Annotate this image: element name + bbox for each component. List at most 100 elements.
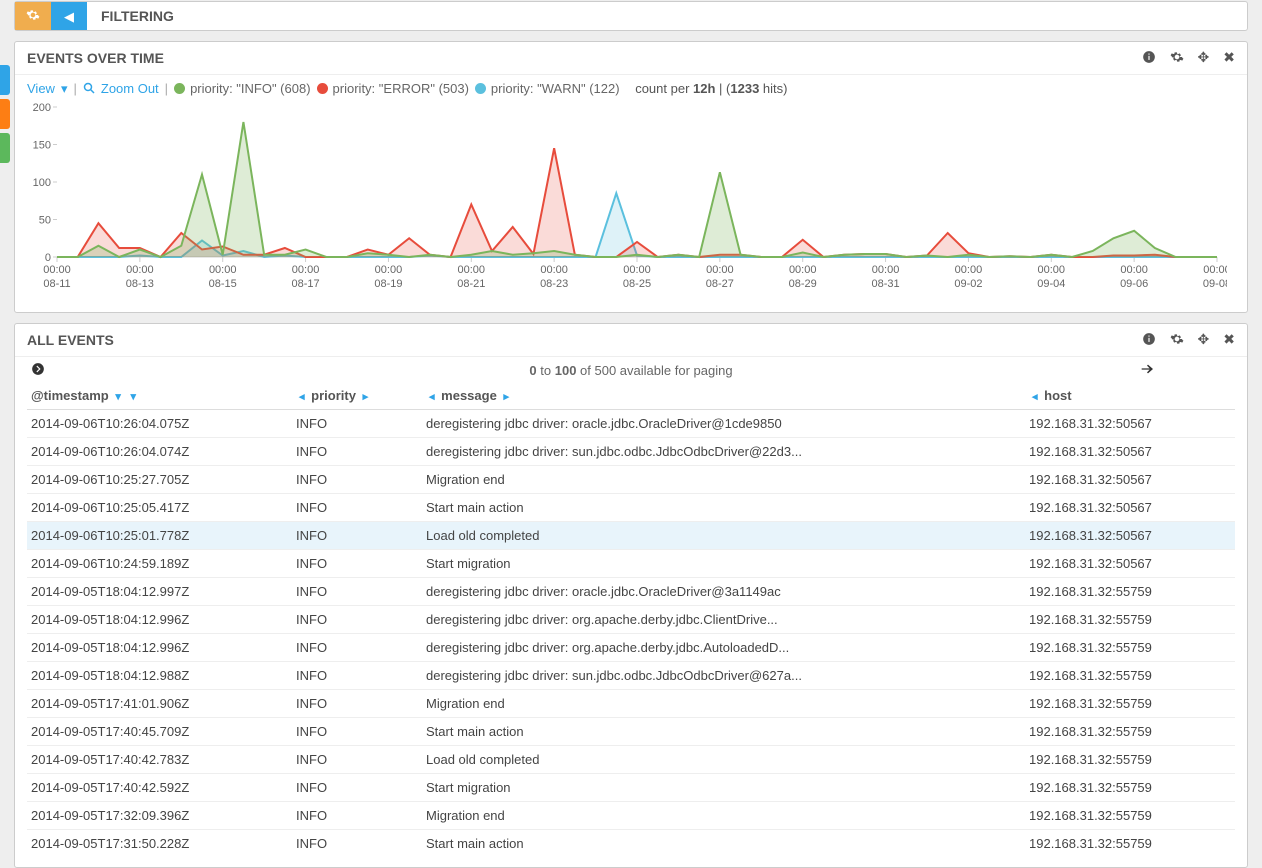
cell-p: INFO (292, 410, 422, 438)
table-row[interactable]: 2014-09-05T18:04:12.997ZINFOderegisterin… (27, 578, 1235, 606)
chevron-down-icon[interactable]: ▾ (61, 82, 68, 95)
cell-h: 192.168.31.32:50567 (1025, 466, 1235, 494)
legend-label: priority: "WARN" (122) (491, 81, 620, 96)
cell-ts: 2014-09-05T18:04:12.996Z (27, 606, 292, 634)
settings-button[interactable] (15, 2, 51, 30)
table-row[interactable]: 2014-09-05T17:40:42.783ZINFOLoad old com… (27, 746, 1235, 774)
move-icon[interactable]: ✥ (1198, 50, 1210, 66)
table-row[interactable]: 2014-09-06T10:25:05.417ZINFOStart main a… (27, 494, 1235, 522)
legend-dot-icon (475, 83, 486, 94)
cell-p: INFO (292, 550, 422, 578)
move-right-icon: ▸ (360, 392, 372, 403)
cell-p: INFO (292, 522, 422, 550)
panel-gear-icon[interactable] (1170, 332, 1184, 348)
table-row[interactable]: 2014-09-05T18:04:12.996ZINFOderegisterin… (27, 634, 1235, 662)
table-row[interactable]: 2014-09-06T10:26:04.075ZINFOderegisterin… (27, 410, 1235, 438)
cell-ts: 2014-09-05T17:32:09.396Z (27, 802, 292, 830)
svg-text:00:00: 00:00 (458, 264, 486, 276)
close-icon[interactable]: ✖ (1223, 50, 1235, 66)
col-message[interactable]: ◂ message ▸ (422, 382, 1025, 410)
zoom-out-button[interactable]: Zoom Out (101, 81, 159, 96)
all-events-panel: ALL EVENTS ✥ ✖ 0 to 100 of 500 available… (14, 323, 1248, 868)
side-tab-3[interactable] (0, 133, 10, 163)
zoom-icon[interactable] (83, 82, 95, 96)
cell-h: 192.168.31.32:55759 (1025, 634, 1235, 662)
svg-text:08-29: 08-29 (789, 278, 817, 290)
cell-m: Migration end (422, 802, 1025, 830)
cell-p: INFO (292, 662, 422, 690)
table-row[interactable]: 2014-09-06T10:24:59.189ZINFOStart migrat… (27, 550, 1235, 578)
table-row[interactable]: 2014-09-06T10:25:27.705ZINFOMigration en… (27, 466, 1235, 494)
cell-h: 192.168.31.32:50567 (1025, 522, 1235, 550)
svg-text:200: 200 (33, 102, 51, 114)
move-left-icon: ◂ (296, 392, 308, 403)
table-row[interactable]: 2014-09-05T17:40:45.709ZINFOStart main a… (27, 718, 1235, 746)
col-host[interactable]: ◂ host (1025, 382, 1235, 410)
cell-ts: 2014-09-06T10:26:04.075Z (27, 410, 292, 438)
legend-dot-icon (174, 83, 185, 94)
cell-ts: 2014-09-05T17:40:42.592Z (27, 774, 292, 802)
cell-m: Migration end (422, 690, 1025, 718)
cell-p: INFO (292, 466, 422, 494)
info-icon[interactable] (1142, 50, 1156, 66)
table-row[interactable]: 2014-09-06T10:26:04.074ZINFOderegisterin… (27, 438, 1235, 466)
filtering-bar: ◀ FILTERING (14, 1, 1248, 31)
side-tab-1[interactable] (0, 65, 10, 95)
cell-ts: 2014-09-05T18:04:12.996Z (27, 634, 292, 662)
cell-m: Load old completed (422, 746, 1025, 774)
svg-text:0: 0 (45, 252, 51, 264)
svg-text:00:00: 00:00 (955, 264, 983, 276)
svg-text:00:00: 00:00 (292, 264, 320, 276)
filtering-title: FILTERING (87, 2, 188, 30)
view-button[interactable]: View (27, 81, 55, 96)
cell-m: Start main action (422, 830, 1025, 858)
bucket-text: count per 12h | (1233 hits) (635, 81, 787, 96)
svg-text:00:00: 00:00 (43, 264, 71, 276)
cell-h: 192.168.31.32:50567 (1025, 438, 1235, 466)
svg-text:150: 150 (33, 140, 51, 152)
cell-m: deregistering jdbc driver: org.apache.de… (422, 634, 1025, 662)
cell-ts: 2014-09-06T10:25:01.778Z (27, 522, 292, 550)
events-table: @timestamp ▾ ▾ ◂ priority ▸ ◂ message ▸ (27, 382, 1235, 857)
table-row[interactable]: 2014-09-05T17:41:01.906ZINFOMigration en… (27, 690, 1235, 718)
panel-gear-icon[interactable] (1170, 50, 1184, 66)
legend-info[interactable]: priority: "INFO" (608) (174, 81, 310, 96)
cell-p: INFO (292, 774, 422, 802)
cell-ts: 2014-09-06T10:26:04.074Z (27, 438, 292, 466)
cell-h: 192.168.31.32:55759 (1025, 606, 1235, 634)
collapse-button[interactable]: ◀ (51, 2, 87, 30)
move-icon[interactable]: ✥ (1198, 332, 1210, 348)
svg-text:50: 50 (39, 215, 51, 227)
cell-m: deregistering jdbc driver: org.apache.de… (422, 606, 1025, 634)
close-icon[interactable]: ✖ (1223, 332, 1235, 348)
cell-h: 192.168.31.32:55759 (1025, 578, 1235, 606)
table-row[interactable]: 2014-09-05T18:04:12.988ZINFOderegisterin… (27, 662, 1235, 690)
info-icon[interactable] (1142, 332, 1156, 348)
svg-text:08-15: 08-15 (209, 278, 237, 290)
cell-m: Start main action (422, 494, 1025, 522)
pager-next-icon[interactable] (1139, 361, 1155, 381)
table-row[interactable]: 2014-09-05T17:31:50.228ZINFOStart main a… (27, 830, 1235, 858)
side-tab-2[interactable] (0, 99, 10, 129)
cell-h: 192.168.31.32:55759 (1025, 774, 1235, 802)
col-timestamp[interactable]: @timestamp ▾ ▾ (27, 382, 292, 410)
svg-text:08-17: 08-17 (292, 278, 320, 290)
table-row[interactable]: 2014-09-05T18:04:12.996ZINFOderegisterin… (27, 606, 1235, 634)
table-row[interactable]: 2014-09-05T17:32:09.396ZINFOMigration en… (27, 802, 1235, 830)
cell-ts: 2014-09-05T17:40:45.709Z (27, 718, 292, 746)
svg-text:09-02: 09-02 (954, 278, 982, 290)
table-row[interactable]: 2014-09-05T17:40:42.592ZINFOStart migrat… (27, 774, 1235, 802)
cell-p: INFO (292, 494, 422, 522)
svg-text:08-27: 08-27 (706, 278, 734, 290)
legend-warn[interactable]: priority: "WARN" (122) (475, 81, 620, 96)
table-row[interactable]: 2014-09-06T10:25:01.778ZINFOLoad old com… (27, 522, 1235, 550)
events-chart[interactable]: 05010015020000:0008-1100:0008-1300:0008-… (27, 102, 1227, 302)
svg-text:09-08: 09-08 (1203, 278, 1227, 290)
cell-h: 192.168.31.32:55759 (1025, 830, 1235, 858)
move-right-icon: ▸ (500, 392, 512, 403)
cell-m: deregistering jdbc driver: sun.jdbc.odbc… (422, 662, 1025, 690)
legend-error[interactable]: priority: "ERROR" (503) (317, 81, 469, 96)
svg-text:08-13: 08-13 (126, 278, 154, 290)
pager-prev-icon[interactable] (31, 362, 45, 380)
col-priority[interactable]: ◂ priority ▸ (292, 382, 422, 410)
